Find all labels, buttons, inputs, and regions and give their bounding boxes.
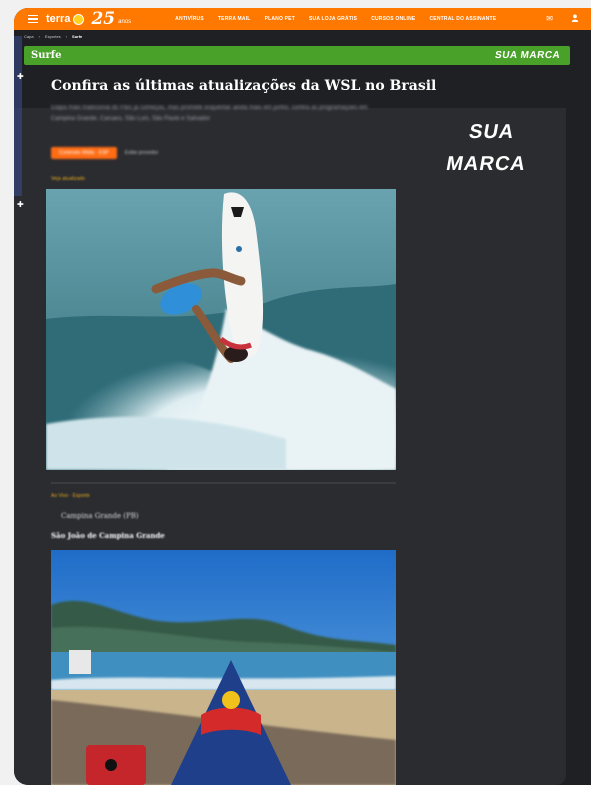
brand-line-1: SUA (467, 121, 517, 143)
logo-anos: anos (118, 19, 132, 25)
page-frame: terra 25 anos ANTIVÍRUS TERRA MAIL PLANO… (14, 8, 591, 785)
nav-cursos-online[interactable]: CURSOS ONLINE (371, 16, 415, 22)
logo-text: terra (46, 13, 71, 25)
breadcrumb-separator: › (65, 34, 68, 39)
tag-secondary[interactable]: Exibe provedor (123, 147, 161, 159)
breadcrumb: Capa › Esportes › Surfe (24, 34, 82, 39)
nav-terra-mail[interactable]: TERRA MAIL (218, 16, 251, 22)
sidebar-brand-logo: SUA MARCA (438, 116, 539, 180)
menu-icon[interactable] (28, 14, 38, 24)
section-divider (51, 482, 396, 484)
surfer-photo[interactable] (46, 189, 396, 470)
beach-event-illustration (51, 550, 396, 785)
main-nav: ANTIVÍRUS TERRA MAIL PLANO PET SUA LOJA … (175, 16, 496, 22)
nav-plano-pet[interactable]: PLANO PET (265, 16, 295, 22)
see-more-link[interactable]: Veja atualizado (51, 176, 85, 182)
section-bar: Surfe SUA MARCA (24, 46, 570, 65)
header-icons: ✉ (546, 14, 579, 24)
terra-logo[interactable]: terra 25 anos (46, 9, 131, 29)
section-title[interactable]: Surfe (31, 50, 61, 61)
side-marker-icon: ✚ (17, 72, 24, 81)
logo-number: 25 (91, 9, 116, 29)
article-headline: Confira as últimas atualizações da WSL n… (51, 78, 437, 94)
nav-antivirus[interactable]: ANTIVÍRUS (175, 16, 204, 22)
event-location: Campina Grande (PB) (61, 512, 139, 520)
breadcrumb-surfe: Surfe (72, 34, 83, 39)
live-label: Ao Vivo · Esporte (51, 493, 90, 499)
surfer-photo-illustration (46, 189, 396, 470)
brand-line-2: MARCA (444, 153, 528, 175)
side-marker-icon: ✚ (17, 200, 24, 209)
nav-central-assinante[interactable]: CENTRAL DO ASSINANTE (429, 16, 496, 22)
breadcrumb-capa[interactable]: Capa (24, 34, 34, 39)
tag-primary[interactable]: Conteúdo Mídia · ESP (51, 147, 117, 159)
beach-event-photo[interactable] (51, 550, 396, 785)
user-icon[interactable] (571, 14, 579, 24)
section-brand-logo: SUA MARCA (493, 50, 561, 61)
logo-dot-icon (73, 13, 85, 25)
breadcrumb-separator: › (38, 34, 40, 39)
article-tags: Conteúdo Mídia · ESP Exibe provedor (51, 147, 160, 159)
breadcrumb-esportes[interactable]: Esportes (45, 34, 61, 39)
nav-sua-loja[interactable]: SUA LOJA GRÁTIS (309, 16, 357, 22)
article-description: Etapa mais tradicional do País já começo… (51, 105, 368, 122)
left-accent-strip (14, 36, 22, 196)
mail-icon[interactable]: ✉ (546, 14, 553, 24)
top-navbar: terra 25 anos ANTIVÍRUS TERRA MAIL PLANO… (14, 8, 591, 30)
event-subtitle: São João de Campina Grande (51, 531, 165, 540)
